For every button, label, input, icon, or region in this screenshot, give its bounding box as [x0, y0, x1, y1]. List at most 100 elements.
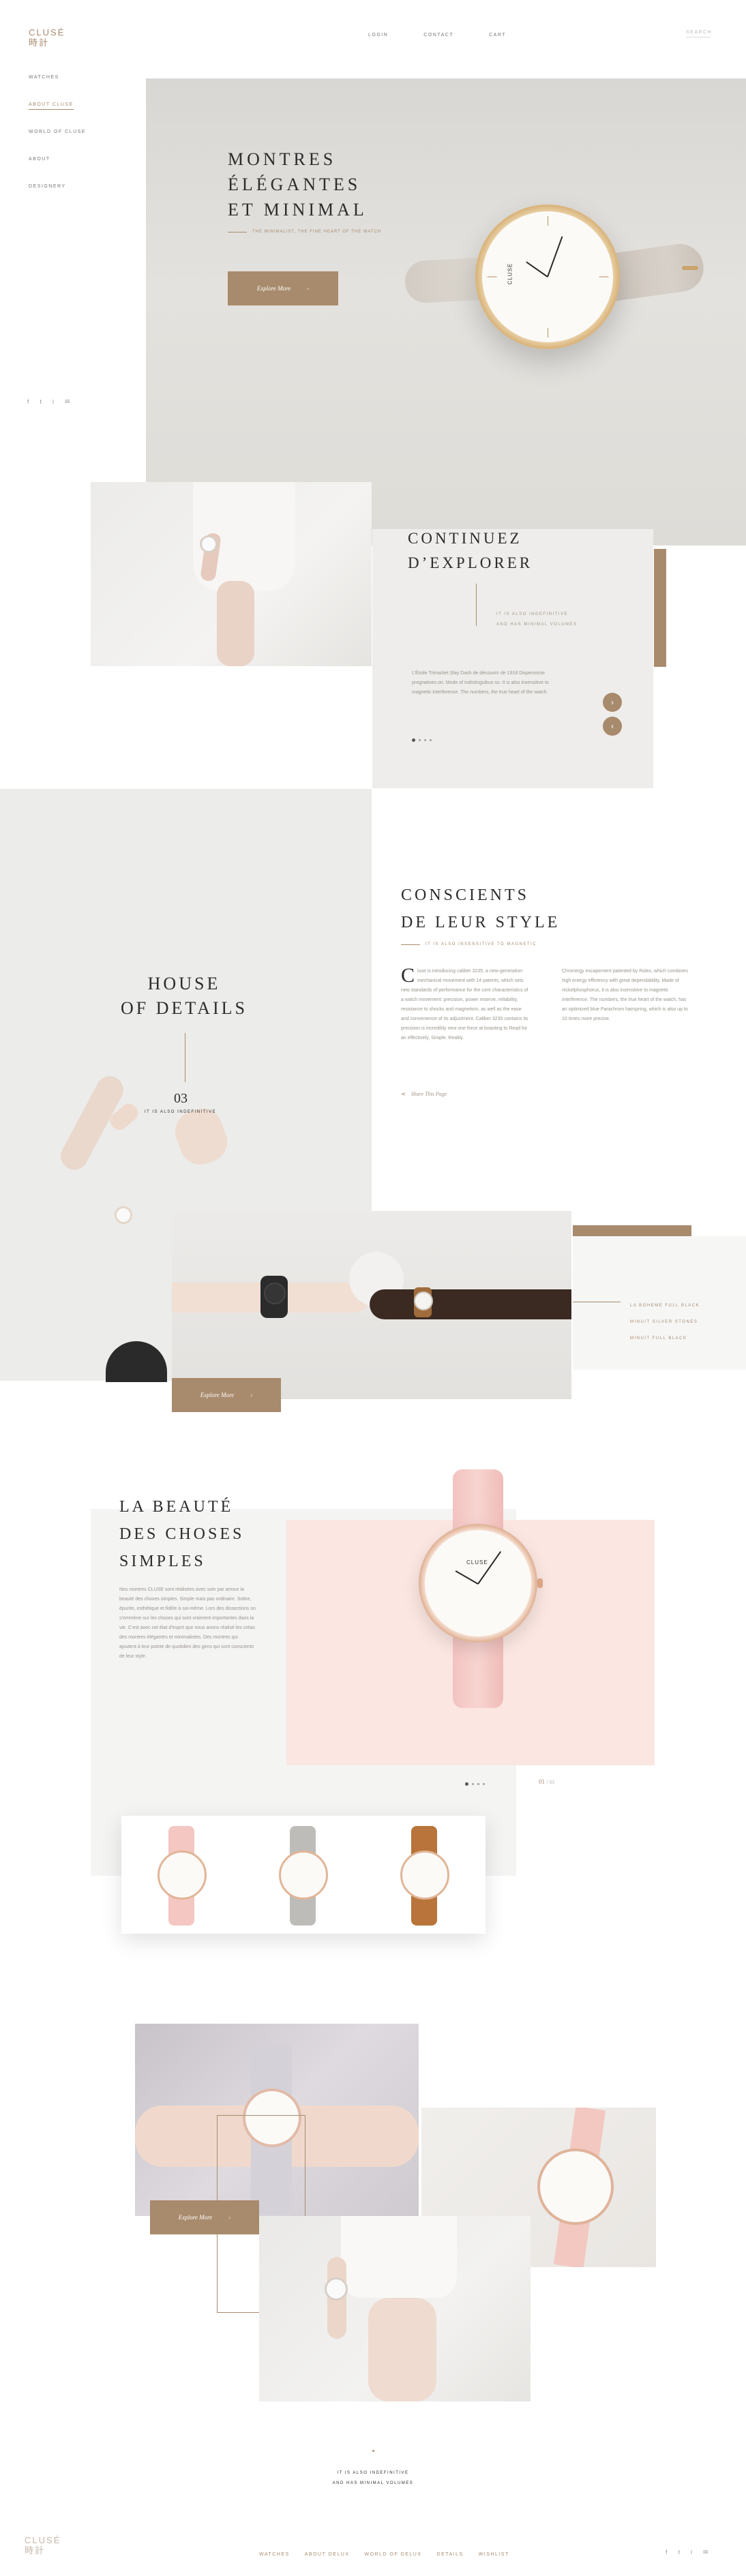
footer-tag: IT IS ALSO INDEFINITIVE AND HAS MINIMAL … [300, 2468, 446, 2489]
nav-contact[interactable]: CONTACT [423, 33, 453, 38]
twitter-icon[interactable]: t [40, 398, 42, 406]
brand-name: CLUSÉ [25, 2535, 61, 2545]
footer-nav-world[interactable]: WORLD OF DELUX [365, 2552, 422, 2557]
sidebar-item-about-cluse[interactable]: ABOUT CLUSE [29, 102, 86, 130]
dot[interactable] [472, 1783, 474, 1785]
hair [106, 1341, 167, 1382]
beauty-body: Nos montres CLUSE sont réalisées avec so… [119, 1587, 256, 1659]
body-text: luse is introducing caliber 3235, a new-… [401, 969, 528, 1040]
collection-item[interactable]: MINUIT FULL BLACK [630, 1330, 700, 1347]
featured-watch-image: CLUSE [413, 1469, 543, 1708]
beauty-title: LA BEAUTÉ DES CHOSES SIMPLES [119, 1493, 244, 1575]
thumb-cognac-watch[interactable] [377, 1821, 473, 1930]
watch-icon [400, 1850, 449, 1900]
dot-active[interactable] [465, 1782, 468, 1786]
watch-tick [599, 276, 609, 278]
hero-title: MONTRES ÉLÉGANTES ET MINIMAL [228, 147, 368, 222]
hero-banner: MONTRES ÉLÉGANTES ET MINIMAL THE MINIMAL… [146, 78, 746, 545]
conscients-col-1: C luse is introducing caliber 3235, a ne… [401, 965, 531, 1043]
conscients-title-line: DE LEUR STYLE [401, 914, 561, 931]
facebook-icon[interactable]: f [27, 398, 29, 406]
explore-more-button[interactable]: Explore More › [150, 2200, 259, 2234]
mail-icon[interactable]: ✉ [65, 398, 70, 406]
dot[interactable] [430, 739, 432, 741]
explore-more-button[interactable]: Explore More › [228, 271, 338, 305]
hands-photo [172, 1211, 571, 1399]
watch-icon [158, 1850, 207, 1900]
tag-line: AND HAS MINIMAL VOLUMES [496, 623, 578, 627]
twitter-icon[interactable]: t [678, 2549, 681, 2556]
explore-more-button[interactable]: Explore More › [172, 1378, 281, 1412]
search-input[interactable]: SEARCH [686, 30, 711, 38]
slide-counter: 01 / 03 [539, 1778, 554, 1785]
thumb-pink-watch[interactable] [134, 1821, 230, 1930]
sidebar-item-watches[interactable]: WATCHES [29, 75, 86, 102]
house-tag: IT IS ALSO INDEFINITIVE [145, 1110, 217, 1114]
instagram-icon[interactable]: i [691, 2549, 692, 2556]
watch-icon [537, 2148, 614, 2225]
sidebar-item-label: WORLD OF CLUSE [29, 130, 87, 134]
thumb-grey-watch[interactable] [256, 1821, 351, 1930]
dot[interactable] [477, 1783, 479, 1785]
arrow-right-icon: › [228, 2214, 231, 2221]
brand-logo[interactable]: CLUSÉ 時計 [29, 27, 65, 48]
sidebar-item-world-of-cluse[interactable]: WORLD OF CLUSE [29, 130, 86, 157]
beauty-title-line: DES CHOSES [119, 1525, 245, 1543]
facebook-icon[interactable]: f [666, 2549, 668, 2556]
share-label: Share This Page [411, 1091, 447, 1097]
dot-active[interactable] [412, 738, 415, 742]
collection-item[interactable]: MINUIT SILVER STONES [630, 1314, 700, 1330]
hero-subtitle-text: THE MINIMALIST, THE FINE HEART OF THE WA… [252, 230, 382, 234]
nav-login[interactable]: LOGIN [368, 33, 388, 38]
dot[interactable] [424, 739, 426, 741]
divider [401, 944, 420, 945]
next-button[interactable]: › [603, 693, 622, 712]
mail-icon[interactable]: ✉ [703, 2549, 708, 2556]
footer-dot [372, 2450, 374, 2452]
accent-bar [654, 549, 666, 667]
house-title-line: OF DETAILS [121, 998, 248, 1018]
tag-line: AND HAS MINIMAL VOLUMES [332, 2481, 414, 2485]
sidebar-item-designery[interactable]: DESIGNERY [29, 184, 86, 211]
beauty-title-line: LA BEAUTÉ [119, 1498, 234, 1516]
watch-thumbnails [121, 1816, 486, 1934]
sidebar: WATCHES ABOUT CLUSE WORLD OF CLUSE ABOUT… [29, 75, 86, 211]
carousel-dots [412, 738, 432, 742]
conscients-tag: IT IS ALSO INSENSITIVE TO MAGNETIC [401, 940, 537, 950]
footer-logo[interactable]: CLUSÉ 時計 [25, 2535, 61, 2556]
collection-items: LA BOHEME FULL BLACK MINUIT SILVER STONE… [630, 1298, 700, 1347]
footer-nav: WATCHES ABOUT DELUX WORLD OF DELUX DETAI… [259, 2552, 509, 2557]
watch-icon [414, 1291, 433, 1311]
button-label: Explore More [256, 285, 291, 292]
continue-title: CONTINUEZ D’EXPLORER [408, 526, 533, 575]
hero-title-line: MONTRES [228, 149, 337, 169]
sidebar-item-label: WATCHES [29, 75, 59, 80]
footer-nav-details[interactable]: DETAILS [437, 2552, 464, 2557]
footer-nav-about[interactable]: ABOUT DELUX [305, 2552, 350, 2557]
brand-subname: 時計 [25, 2545, 46, 2556]
sidebar-item-about[interactable]: ABOUT [29, 157, 86, 184]
prev-button[interactable]: ‹ [603, 717, 622, 736]
dot[interactable] [483, 1783, 485, 1785]
dot[interactable] [419, 739, 421, 741]
sidebar-item-label: ABOUT [29, 157, 50, 162]
nav-cart[interactable]: CART [489, 33, 506, 38]
collection-item[interactable]: LA BOHEME FULL BLACK [630, 1298, 700, 1314]
footer-nav-watches[interactable]: WATCHES [259, 2552, 290, 2557]
watch-brand-mark: CLUSE [507, 263, 513, 285]
watch-icon [115, 1206, 132, 1224]
leg [368, 2298, 436, 2401]
footer-social: f t i ✉ [666, 2549, 708, 2556]
watch-icon [325, 2277, 348, 2301]
social-links: f t i ✉ [27, 398, 70, 406]
watch-tick [487, 276, 497, 278]
footer-nav-wishlist[interactable]: WISHLIST [479, 2552, 509, 2557]
share-link[interactable]: ⋖ Share This Page [401, 1091, 447, 1097]
legs-watch-photo [91, 482, 372, 666]
hero-title-line: ÉLÉGANTES [228, 175, 361, 194]
divider [228, 231, 247, 233]
continue-title-line: CONTINUEZ [408, 530, 522, 547]
instagram-icon[interactable]: i [53, 398, 54, 406]
collection-list: LA BOHEME FULL BLACK MINUIT SILVER STONE… [573, 1236, 746, 1370]
carousel-dots [465, 1782, 485, 1786]
